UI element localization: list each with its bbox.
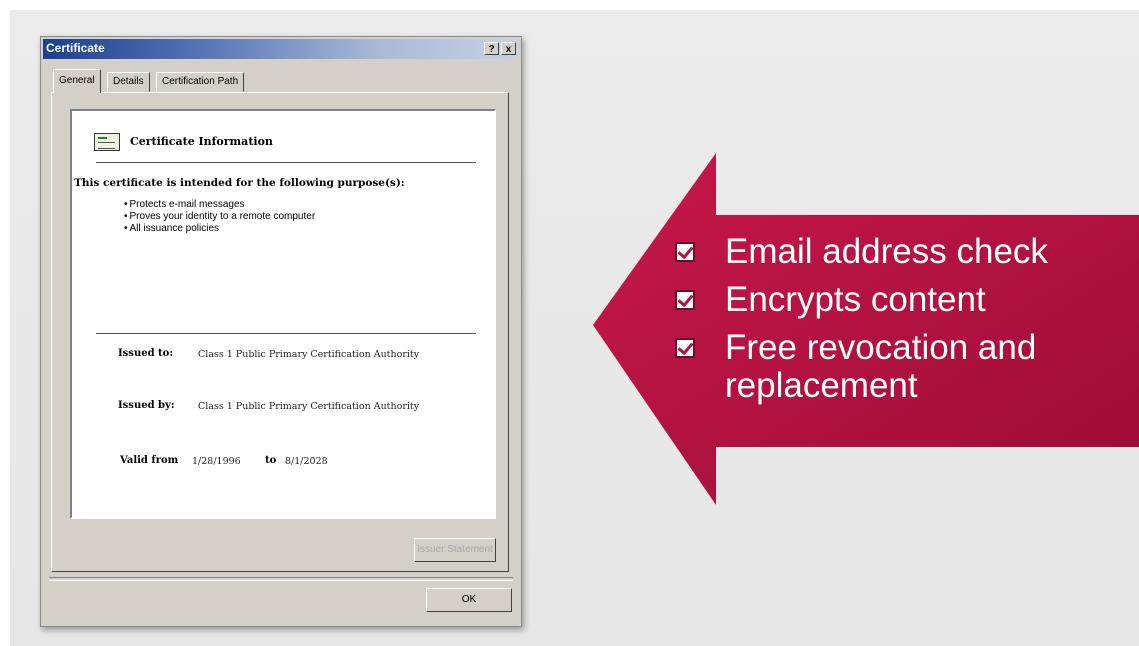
ok-button[interactable]: OK: [426, 588, 512, 612]
list-item: All issuance policies: [124, 223, 315, 235]
issued-to-value: Class 1 Public Primary Certification Aut…: [198, 349, 420, 360]
feature-item: Encrypts content: [675, 281, 1125, 319]
purpose-list: Protects e-mail messages Proves your ide…: [124, 199, 316, 235]
title-bar[interactable]: Certificate ? x: [43, 39, 519, 59]
issued-by-label: Issued by:: [118, 400, 175, 411]
list-item: Protects e-mail messages: [124, 199, 315, 211]
certificate-icon: [94, 133, 120, 151]
issued-by-value: Class 1 Public Primary Certification Aut…: [198, 401, 420, 412]
tab-general[interactable]: General: [53, 69, 101, 93]
feature-item: Email address check: [675, 233, 1125, 271]
valid-from-value: 1/28/1996: [192, 456, 241, 467]
list-item: Proves your identity to a remote compute…: [124, 211, 316, 223]
feature-label: Email address check: [725, 232, 1048, 271]
divider: [96, 162, 476, 163]
footer-separator: [49, 577, 513, 581]
checkbox-icon: [675, 290, 695, 310]
help-button[interactable]: ?: [484, 42, 499, 55]
feature-label: Encrypts content: [725, 280, 986, 319]
general-tab-panel: Certificate Information This certificate…: [51, 92, 509, 572]
purpose-heading: This certificate is intended for the fol…: [74, 177, 405, 189]
valid-from-label: Valid from: [120, 455, 179, 466]
dialog-title: Certificate: [46, 41, 105, 55]
valid-to-label: to: [265, 455, 277, 466]
close-button[interactable]: x: [501, 42, 516, 55]
certificate-dialog: Certificate ? x General Details Certific…: [40, 36, 522, 627]
feature-label: Free revocation and replacement: [725, 328, 1037, 405]
feature-list: Email address check Encrypts content Fre…: [675, 233, 1125, 415]
feature-item: Free revocation and replacement: [675, 329, 1125, 405]
issuer-statement-button[interactable]: Issuer Statement: [414, 538, 496, 562]
checkbox-icon: [675, 242, 695, 262]
tab-details[interactable]: Details: [107, 72, 150, 92]
tab-certification-path[interactable]: Certification Path: [156, 72, 245, 92]
valid-to-value: 8/1/2028: [285, 456, 328, 467]
certificate-info-panel: Certificate Information This certificate…: [70, 109, 496, 519]
checkbox-icon: [675, 338, 695, 358]
issued-to-label: Issued to:: [118, 348, 174, 359]
divider: [96, 333, 476, 334]
certificate-info-heading: Certificate Information: [130, 135, 273, 148]
